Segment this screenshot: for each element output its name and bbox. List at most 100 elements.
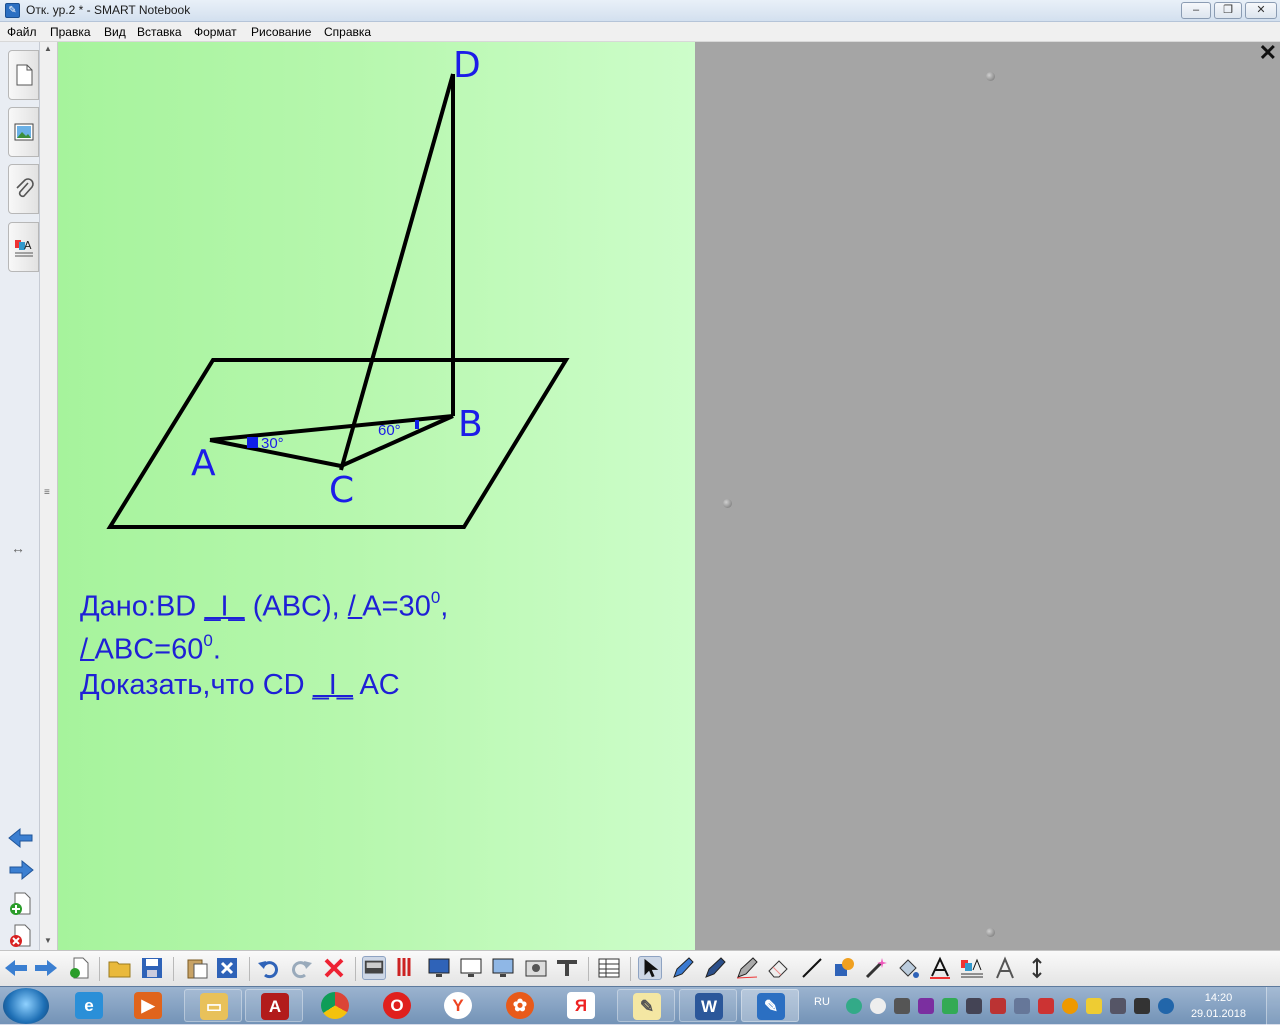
properties-icon[interactable] <box>960 956 984 980</box>
resize-handle[interactable] <box>986 72 995 81</box>
forward-icon[interactable] <box>34 956 58 980</box>
whiteboard-page[interactable]: D B A C 30° 60° Дано:BD _I_ (ABC), / A=3… <box>58 42 695 950</box>
open-icon[interactable] <box>108 956 132 980</box>
select-icon[interactable] <box>638 956 662 980</box>
back-icon[interactable] <box>4 956 28 980</box>
line-icon[interactable] <box>800 956 824 980</box>
taskbar-media2[interactable]: ✿ <box>491 989 549 1022</box>
flag-icon[interactable] <box>1038 998 1054 1014</box>
yandex-icon: Я <box>567 992 595 1019</box>
taskbar-yandex-browser[interactable]: Y <box>429 989 487 1022</box>
redo-icon[interactable] <box>289 956 313 980</box>
delete-page-icon[interactable] <box>9 924 33 948</box>
scroll-down-icon[interactable]: ▼ <box>44 936 52 945</box>
device-icon[interactable] <box>894 998 910 1014</box>
clock-date: 29.01.2018 <box>1190 1008 1246 1020</box>
save-icon[interactable] <box>140 956 164 980</box>
move-toolbar-icon[interactable] <box>1025 956 1049 980</box>
shapes-icon[interactable] <box>832 956 856 980</box>
globe-icon[interactable] <box>1158 998 1174 1014</box>
menu-insert[interactable]: Вставка <box>137 25 182 39</box>
main-toolbar <box>0 950 1280 986</box>
close-icon[interactable]: ✕ <box>1259 42 1277 64</box>
taskbar-smart-notebook[interactable]: ✎ <box>741 989 799 1022</box>
taskbar-chrome[interactable] <box>306 989 364 1022</box>
menu-edit[interactable]: Правка <box>50 25 91 39</box>
title-bar: ✎ Отк. ур.2 * - SMART Notebook – ❐ ✕ <box>0 0 1280 22</box>
network-blocked-icon[interactable] <box>990 998 1006 1014</box>
tab-page-sorter[interactable] <box>8 50 39 100</box>
projector-icon[interactable] <box>491 956 515 980</box>
properties-icon: A <box>15 239 33 257</box>
back-arrow-icon[interactable] <box>8 827 34 849</box>
geometry-drawing[interactable] <box>58 42 695 950</box>
show-desktop-button[interactable] <box>1266 987 1280 1025</box>
nvidia-icon[interactable] <box>942 998 958 1014</box>
tab-gallery[interactable] <box>8 107 39 157</box>
panel-splitter[interactable]: ▲ ≡ ▼ <box>40 42 58 950</box>
language-indicator[interactable]: RU <box>814 996 830 1008</box>
taskbar-word[interactable]: W <box>679 989 737 1022</box>
close-window-button[interactable]: ✕ <box>1245 2 1277 19</box>
fill-icon[interactable] <box>896 956 920 980</box>
magic-wand-icon[interactable] <box>864 956 888 980</box>
pens-icon[interactable] <box>394 956 418 980</box>
speaker-icon[interactable] <box>1110 998 1126 1014</box>
resize-handle[interactable] <box>986 928 995 937</box>
screen-shade-icon[interactable] <box>362 956 386 980</box>
creative-pen-icon[interactable] <box>703 956 727 980</box>
opera-icon: O <box>383 992 411 1019</box>
tab-attachments[interactable] <box>8 164 39 214</box>
menu-file[interactable]: Файл <box>7 25 37 39</box>
update-icon[interactable] <box>1062 998 1078 1014</box>
disc-icon[interactable] <box>870 998 886 1014</box>
menu-view[interactable]: Вид <box>104 25 126 39</box>
forward-arrow-icon[interactable] <box>8 859 34 881</box>
menu-help[interactable]: Справка <box>324 25 371 39</box>
menu-draw[interactable]: Рисование <box>251 25 311 39</box>
taskbar-explorer[interactable]: ▭ <box>184 989 242 1022</box>
monitor-icon[interactable] <box>1134 998 1150 1014</box>
resize-arrows-icon[interactable]: ↔ <box>11 540 25 556</box>
menu-format[interactable]: Формат <box>194 25 237 39</box>
onenote-icon[interactable] <box>918 998 934 1014</box>
taskbar-yandex[interactable]: Я <box>552 989 610 1022</box>
add-page-icon[interactable] <box>67 956 91 980</box>
clear-icon[interactable] <box>322 956 346 980</box>
resize-handle[interactable] <box>723 499 732 508</box>
pen-tray-icon[interactable] <box>1014 998 1030 1014</box>
toolbar-icon[interactable] <box>555 956 579 980</box>
pen-icon[interactable] <box>671 956 695 980</box>
eraser-icon[interactable] <box>767 956 791 980</box>
battery-icon[interactable] <box>1086 998 1102 1014</box>
table-icon[interactable] <box>597 956 621 980</box>
volume-icon[interactable] <box>966 998 982 1014</box>
taskbar-notes[interactable]: ✎ <box>617 989 675 1022</box>
text-icon[interactable] <box>928 956 952 980</box>
whiteboard-icon[interactable] <box>459 956 483 980</box>
grip-icon[interactable]: ≡ <box>44 487 50 498</box>
taskbar-acrobat[interactable]: A <box>245 989 303 1022</box>
start-button[interactable] <box>3 988 49 1024</box>
magic-pen-icon[interactable] <box>735 956 759 980</box>
display-icon[interactable] <box>427 956 451 980</box>
delete-icon[interactable] <box>215 956 239 980</box>
scroll-up-icon[interactable]: ▲ <box>44 44 52 53</box>
segment-dc[interactable] <box>339 73 455 471</box>
taskbar-media[interactable]: ▶ <box>119 989 177 1022</box>
media-icon: ✿ <box>506 992 534 1019</box>
problem-text[interactable]: Дано:BD _I_ (ABC), / A=300, / ABC=600. Д… <box>80 582 680 703</box>
add-page-icon[interactable] <box>9 892 33 916</box>
word-icon: W <box>695 993 723 1020</box>
tab-properties[interactable]: A <box>8 222 39 272</box>
clock[interactable]: 14:20 29.01.2018 <box>1191 990 1246 1022</box>
minimize-button[interactable]: – <box>1181 2 1211 19</box>
undo-icon[interactable] <box>257 956 281 980</box>
measure-icon[interactable] <box>993 956 1017 980</box>
screen-capture-icon[interactable] <box>524 956 548 980</box>
taskbar-ie[interactable]: e <box>60 989 118 1022</box>
paste-icon[interactable] <box>185 956 209 980</box>
taskbar-opera[interactable]: O <box>368 989 426 1022</box>
restore-button[interactable]: ❐ <box>1214 2 1242 19</box>
cloud-icon[interactable] <box>846 998 862 1014</box>
